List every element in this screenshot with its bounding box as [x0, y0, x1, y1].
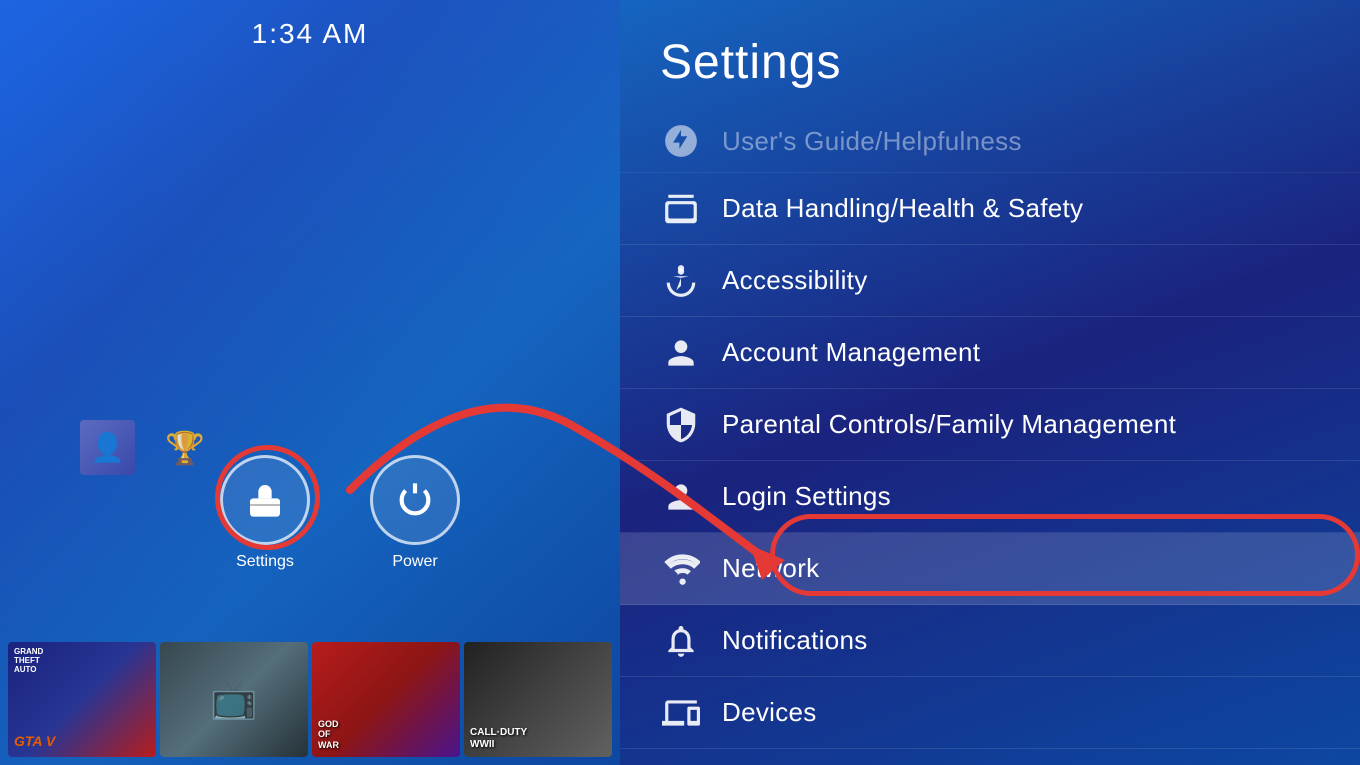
settings-item-account-management[interactable]: Account Management — [620, 317, 1360, 389]
game-thumb-cod[interactable]: CALL·DUTYWWII — [464, 642, 612, 757]
settings-menu-item[interactable]: Settings — [220, 455, 310, 571]
parental-controls-icon — [660, 404, 702, 446]
devices-label: Devices — [722, 697, 817, 728]
network-icon — [660, 548, 702, 590]
users-guide-icon — [660, 120, 702, 162]
game-thumbnails-row: GRANDTHEFTAUTO GTA V 📺 GODOFWAR CALL·DUT… — [0, 634, 620, 765]
game-thumb-gow[interactable]: GODOFWAR — [312, 642, 460, 757]
settings-item-users-guide[interactable]: User's Guide/Helpfulness — [620, 110, 1360, 173]
settings-list: User's Guide/Helpfulness Data Handling/H… — [620, 110, 1360, 749]
notifications-icon — [660, 620, 702, 662]
account-management-icon — [660, 332, 702, 374]
person-thumbnail: 👤 — [80, 420, 135, 475]
right-panel: Settings User's Guide/Helpfulness Data H… — [620, 0, 1360, 765]
notifications-label: Notifications — [722, 625, 868, 656]
settings-title: Settings — [620, 20, 1360, 110]
settings-item-notifications[interactable]: Notifications — [620, 605, 1360, 677]
settings-item-data-handling[interactable]: Data Handling/Health & Safety — [620, 173, 1360, 245]
settings-icon-circle — [220, 455, 310, 545]
parental-controls-label: Parental Controls/Family Management — [722, 409, 1176, 440]
settings-label: Settings — [236, 553, 294, 571]
users-guide-label: User's Guide/Helpfulness — [722, 126, 1022, 157]
login-settings-icon — [660, 476, 702, 518]
settings-item-parental-controls[interactable]: Parental Controls/Family Management — [620, 389, 1360, 461]
power-icon-circle — [370, 455, 460, 545]
settings-item-accessibility[interactable]: Accessibility — [620, 245, 1360, 317]
accessibility-label: Accessibility — [722, 265, 868, 296]
network-label: Network — [722, 553, 819, 584]
power-label: Power — [392, 553, 437, 571]
trophy-icon: 🏆 — [165, 429, 205, 467]
data-handling-label: Data Handling/Health & Safety — [722, 193, 1083, 224]
data-handling-icon — [660, 188, 702, 230]
game-thumb-gta[interactable]: GRANDTHEFTAUTO GTA V — [8, 642, 156, 757]
time-display: 1:34 AM — [252, 18, 369, 50]
settings-item-devices[interactable]: Devices — [620, 677, 1360, 749]
game-thumb-tv[interactable]: 📺 — [160, 642, 308, 757]
top-icons-row: 👤 🏆 — [80, 420, 205, 475]
power-menu-item[interactable]: Power — [370, 455, 460, 571]
menu-icons-row: Settings Power — [220, 455, 460, 571]
login-settings-label: Login Settings — [722, 481, 891, 512]
accessibility-icon — [660, 260, 702, 302]
devices-icon — [660, 692, 702, 734]
account-management-label: Account Management — [722, 337, 980, 368]
settings-item-network[interactable]: Network — [620, 533, 1360, 605]
settings-item-login-settings[interactable]: Login Settings — [620, 461, 1360, 533]
left-panel: 1:34 AM 👤 🏆 Settings — [0, 0, 620, 765]
